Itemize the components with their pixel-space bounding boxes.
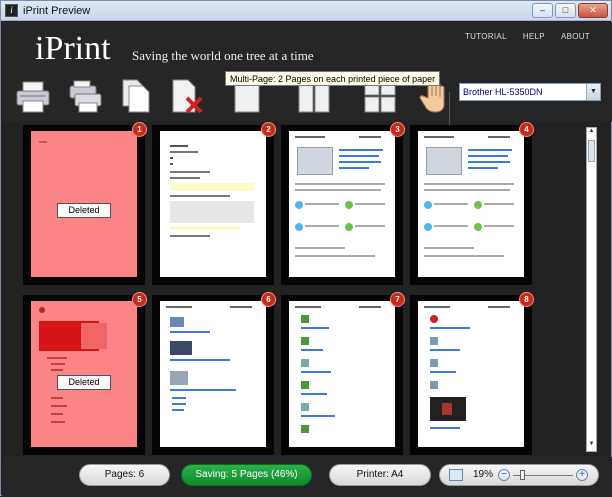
zoom-in-button[interactable]: + — [576, 469, 588, 481]
page-thumbnail[interactable]: 5 Deleted — [23, 292, 147, 455]
zoom-control: 19% − + — [439, 464, 599, 486]
minimize-button[interactable]: – — [532, 3, 553, 18]
page-thumbnail[interactable]: 4 — [410, 122, 534, 285]
fit-page-icon[interactable] — [449, 469, 463, 481]
page-number-badge: 6 — [261, 292, 276, 307]
pages-count: Pages: 6 — [79, 464, 170, 486]
tooltip: Multi-Page: 2 Pages on each printed piec… — [225, 71, 441, 86]
scrollbar-thumb[interactable] — [588, 140, 595, 162]
maximize-button[interactable]: □ — [555, 3, 576, 18]
nav-about[interactable]: ABOUT — [561, 32, 590, 41]
page-number-badge: 8 — [519, 292, 534, 307]
close-button[interactable]: ✕ — [578, 3, 608, 18]
page-thumbnail[interactable]: 7 — [281, 292, 405, 455]
print-icon[interactable] — [14, 76, 52, 116]
page-thumbnail[interactable]: 2 — [152, 122, 276, 285]
nav-tutorial[interactable]: TUTORIAL — [465, 32, 507, 41]
deleted-label[interactable]: Deleted — [57, 375, 111, 390]
app-icon: i — [5, 4, 18, 17]
page-number-badge: 2 — [261, 122, 276, 137]
delete-page-icon[interactable] — [168, 76, 206, 116]
saving-indicator: Saving: 5 Pages (46%) — [181, 464, 312, 486]
page-grid: 1 Deleted 2 3 4 5 Deleted 6 7 8 — [23, 122, 577, 455]
page-thumbnail[interactable]: 1 Deleted — [23, 122, 147, 285]
scroll-down-icon[interactable]: ▼ — [587, 441, 596, 451]
page-preview — [160, 131, 266, 277]
status-bar: Pages: 6 Saving: 5 Pages (46%) Printer: … — [2, 457, 612, 497]
printer-select[interactable]: Brother HL-5350DN ▼ — [459, 83, 601, 101]
page-thumbnail[interactable]: 6 — [152, 292, 276, 455]
page-number-badge: 5 — [132, 292, 147, 307]
page-preview: Deleted — [31, 301, 137, 447]
vertical-scrollbar[interactable]: ▲ ▼ — [586, 127, 597, 452]
scroll-up-icon[interactable]: ▲ — [587, 128, 596, 138]
app-window: i iPrint Preview – □ ✕ iPrint Saving the… — [0, 0, 612, 497]
deleted-label[interactable]: Deleted — [57, 203, 111, 218]
print-all-icon[interactable] — [66, 76, 104, 116]
nav-help[interactable]: HELP — [523, 32, 545, 41]
zoom-slider-knob[interactable] — [520, 470, 525, 480]
page-preview — [418, 131, 524, 277]
page-thumbnail[interactable]: 8 — [410, 292, 534, 455]
page-number-badge: 4 — [519, 122, 534, 137]
page-preview — [418, 301, 524, 447]
app-logo: iPrint — [35, 30, 111, 67]
copy-pages-icon[interactable] — [117, 76, 155, 116]
page-thumbnail[interactable]: 3 — [281, 122, 405, 285]
printer-paper-size[interactable]: Printer: A4 — [329, 464, 431, 486]
page-preview — [289, 131, 395, 277]
page-number-badge: 3 — [390, 122, 405, 137]
page-preview: Deleted — [31, 131, 137, 277]
chevron-down-icon[interactable]: ▼ — [586, 84, 600, 100]
window-title: iPrint Preview — [23, 4, 91, 17]
printer-select-value: Brother HL-5350DN — [463, 87, 543, 97]
page-preview — [160, 301, 266, 447]
tagline: Saving the world one tree at a time — [132, 48, 314, 63]
page-number-badge: 1 — [132, 122, 147, 137]
title-bar: i iPrint Preview – □ ✕ — [1, 1, 611, 21]
zoom-level: 19% — [473, 469, 494, 480]
top-nav: TUTORIAL HELP ABOUT — [465, 32, 590, 41]
zoom-out-button[interactable]: − — [498, 469, 510, 481]
page-number-badge: 7 — [390, 292, 405, 307]
page-preview — [289, 301, 395, 447]
